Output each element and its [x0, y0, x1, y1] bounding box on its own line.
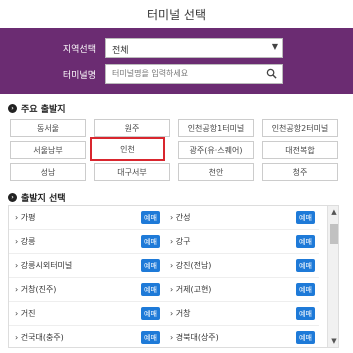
- list-item[interactable]: › 거창(진주) 예매: [9, 278, 164, 301]
- list-row: › 거진 예매 › 거창 예매: [9, 302, 319, 326]
- major-heading: › 주요 출발지: [8, 102, 66, 115]
- terminal-row: 터미널명: [0, 64, 353, 86]
- terminal-button[interactable]: 인천공항2터미널: [262, 119, 338, 137]
- terminal-button[interactable]: 성남: [10, 163, 86, 181]
- terminal-button[interactable]: 원주: [94, 119, 170, 137]
- major-heading-text: 주요 출발지: [21, 105, 66, 115]
- book-button[interactable]: 예매: [296, 235, 315, 248]
- terminal-name: › 거진: [15, 309, 36, 318]
- list-item[interactable]: › 거진 예매: [9, 302, 164, 325]
- terminal-name: › 경북대(상주): [170, 333, 219, 342]
- list-item[interactable]: › 강진(전남) 예매: [164, 254, 319, 277]
- terminal-name: › 강릉시외터미널: [15, 261, 73, 270]
- terminal-name: › 강릉: [15, 237, 36, 246]
- book-button[interactable]: 예매: [296, 331, 315, 344]
- list-row: › 건국대(충주) 예매 › 경북대(상주) 예매: [9, 326, 319, 347]
- terminal-name: › 간성: [170, 213, 191, 222]
- book-button[interactable]: 예매: [141, 235, 160, 248]
- list-item[interactable]: › 강릉 예매: [9, 230, 164, 253]
- region-row: 지역선택 전체 ▼: [0, 38, 353, 60]
- book-button[interactable]: 예매: [141, 307, 160, 320]
- page-title: 터미널 선택: [0, 0, 353, 28]
- terminal-search-box: [105, 64, 283, 84]
- departure-heading: › 출발지 선택: [8, 191, 66, 204]
- chevron-right-icon: ›: [8, 193, 17, 202]
- terminal-button[interactable]: 대전복합: [262, 141, 338, 159]
- book-button[interactable]: 예매: [141, 283, 160, 296]
- chevron-right-icon: ›: [8, 104, 17, 113]
- book-button[interactable]: 예매: [296, 307, 315, 320]
- search-icon[interactable]: [266, 68, 277, 79]
- terminal-search-input[interactable]: [112, 69, 262, 78]
- list-item[interactable]: › 강구 예매: [164, 230, 319, 253]
- terminal-button-selected[interactable]: 인천: [90, 137, 165, 161]
- list-item[interactable]: › 강릉시외터미널 예매: [9, 254, 164, 277]
- terminal-label: 터미널명: [62, 71, 96, 81]
- list-item[interactable]: › 가평 예매: [9, 206, 164, 229]
- list-item[interactable]: › 경북대(상주) 예매: [164, 326, 319, 347]
- book-button[interactable]: 예매: [141, 211, 160, 224]
- scroll-up-icon[interactable]: ▲: [328, 206, 338, 218]
- terminal-name: › 거제(고현): [170, 285, 212, 294]
- list-row: › 강릉시외터미널 예매 › 강진(전남) 예매: [9, 254, 319, 278]
- terminal-name: › 거창: [170, 309, 191, 318]
- list-row: › 거창(진주) 예매 › 거제(고현) 예매: [9, 278, 319, 302]
- list-item[interactable]: › 거창 예매: [164, 302, 319, 325]
- region-label: 지역선택: [62, 45, 96, 55]
- terminal-name: › 건국대(충주): [15, 333, 64, 342]
- filter-panel: 지역선택 전체 ▼ 터미널명: [0, 28, 353, 94]
- chevron-down-icon: ▼: [271, 42, 278, 51]
- terminal-button[interactable]: 대구서부: [94, 163, 170, 181]
- book-button[interactable]: 예매: [296, 283, 315, 296]
- departure-list: › 가평 예매 › 간성 예매 › 강릉 예매 › 강구 예매 › 강릉시외터미…: [8, 205, 339, 348]
- list-row: › 가평 예매 › 간성 예매: [9, 206, 319, 230]
- terminal-button[interactable]: 광주(유·스퀘어): [178, 141, 254, 159]
- book-button[interactable]: 예매: [141, 259, 160, 272]
- list-item[interactable]: › 건국대(충주) 예매: [9, 326, 164, 347]
- terminal-button[interactable]: 동서울: [10, 119, 86, 137]
- book-button[interactable]: 예매: [141, 331, 160, 344]
- region-select[interactable]: 전체 ▼: [105, 38, 283, 58]
- book-button[interactable]: 예매: [296, 259, 315, 272]
- scroll-thumb[interactable]: [330, 224, 338, 244]
- terminal-button[interactable]: 청주: [262, 163, 338, 181]
- terminal-name: › 강구: [170, 237, 191, 246]
- terminal-name: › 거창(진주): [15, 285, 57, 294]
- terminal-button[interactable]: 인천공항1터미널: [178, 119, 254, 137]
- book-button[interactable]: 예매: [296, 211, 315, 224]
- list-row: › 강릉 예매 › 강구 예매: [9, 230, 319, 254]
- list-item[interactable]: › 거제(고현) 예매: [164, 278, 319, 301]
- terminal-name: › 가평: [15, 213, 36, 222]
- terminal-button[interactable]: 서울남부: [10, 141, 86, 159]
- scroll-down-icon[interactable]: ▼: [328, 335, 338, 347]
- departure-heading-text: 출발지 선택: [21, 194, 66, 204]
- region-value: 전체: [112, 46, 129, 56]
- terminal-name: › 강진(전남): [170, 261, 212, 270]
- list-scrollbar[interactable]: ▲ ▼: [327, 206, 338, 347]
- terminal-button[interactable]: 천안: [178, 163, 254, 181]
- list-item[interactable]: › 간성 예매: [164, 206, 319, 229]
